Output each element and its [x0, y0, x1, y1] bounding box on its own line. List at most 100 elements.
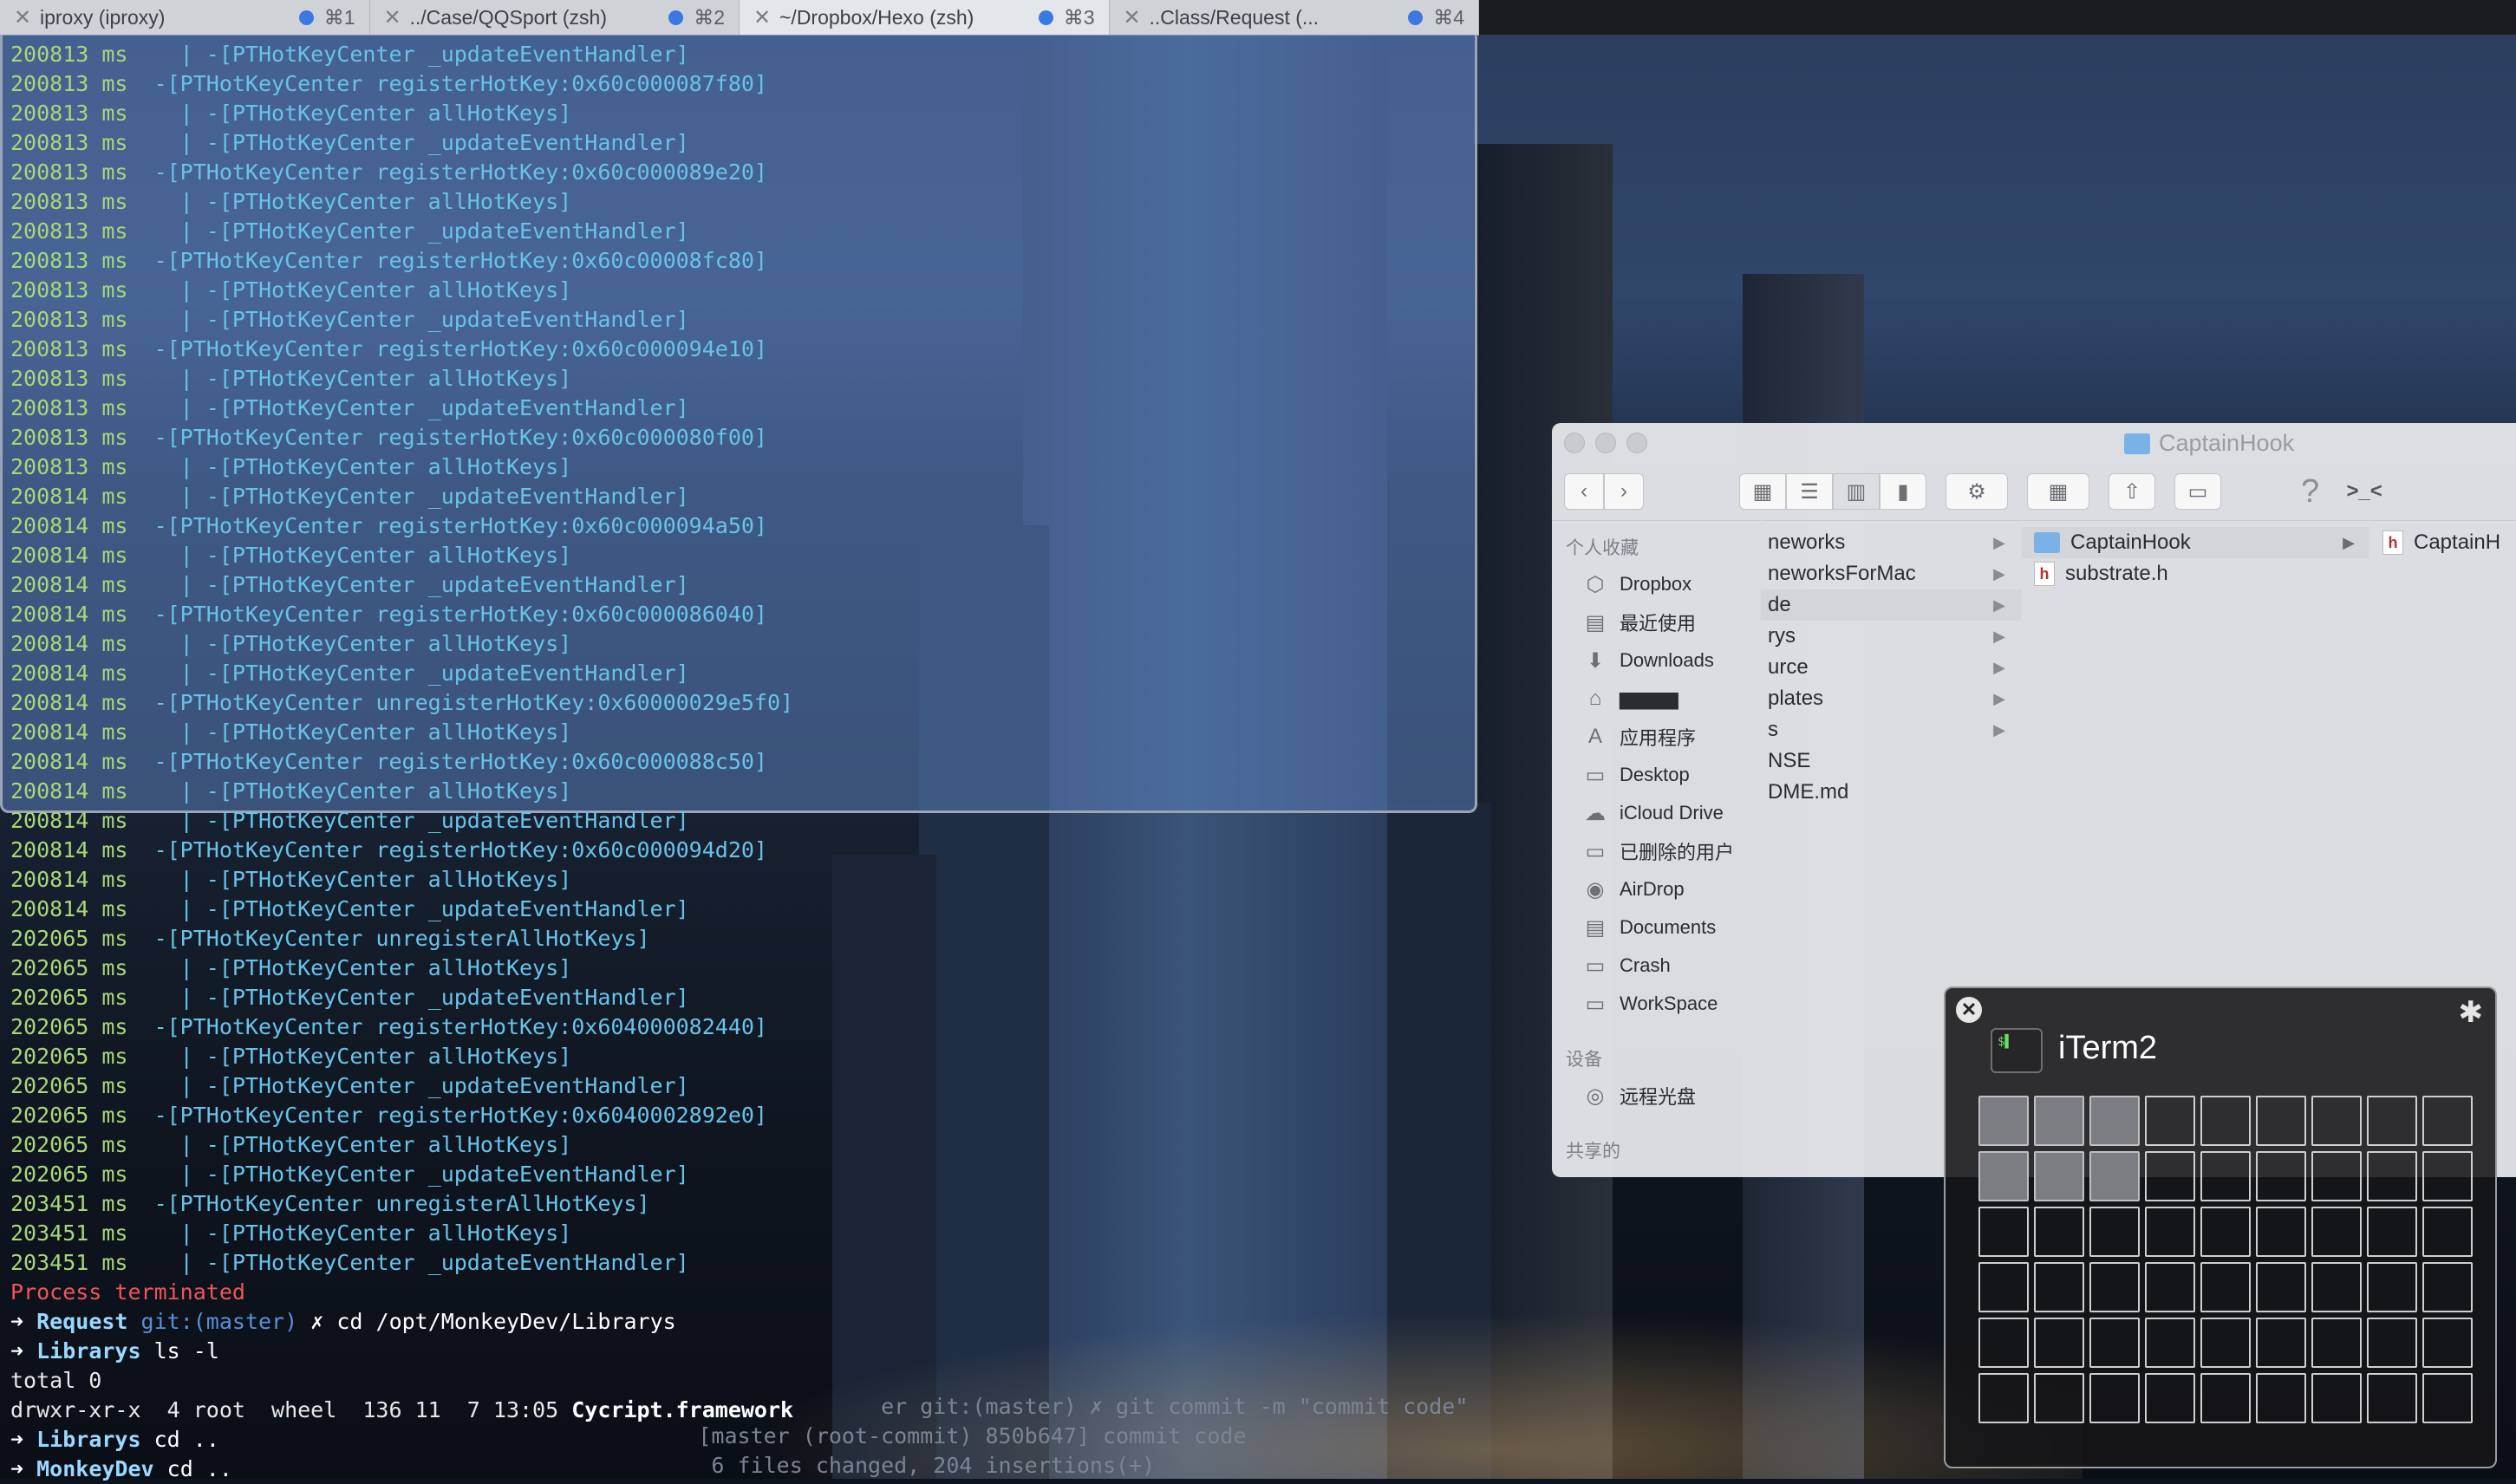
- sidebar-item[interactable]: ☁ iCloud Drive: [1552, 794, 1760, 832]
- grid-cell[interactable]: [2034, 1096, 2084, 1146]
- grid-cell[interactable]: [2089, 1151, 2140, 1201]
- sidebar-item[interactable]: A 应用程序: [1552, 718, 1760, 756]
- sidebar-item[interactable]: ▭ Desktop: [1552, 756, 1760, 794]
- grid-cell[interactable]: [2256, 1207, 2306, 1257]
- grid-cell[interactable]: [2311, 1207, 2362, 1257]
- grid-cell[interactable]: [2145, 1096, 2195, 1146]
- grid-cell[interactable]: [2089, 1096, 2140, 1146]
- grid-cell[interactable]: [2200, 1373, 2251, 1423]
- sidebar-item[interactable]: ⬇ Downloads: [1552, 641, 1760, 680]
- sidebar-item[interactable]: ⌂ ▆▆▆▆: [1552, 680, 1760, 718]
- grid-cell[interactable]: [2145, 1318, 2195, 1368]
- grid-cell[interactable]: [2145, 1373, 2195, 1423]
- close-window-button[interactable]: [1564, 433, 1585, 453]
- grid-cell[interactable]: [2089, 1373, 2140, 1423]
- grid-cell[interactable]: [2200, 1207, 2251, 1257]
- grid-cell[interactable]: [2256, 1318, 2306, 1368]
- grid-cell[interactable]: [2200, 1262, 2251, 1312]
- grid-cell[interactable]: [2367, 1096, 2417, 1146]
- terminal-output[interactable]: 200813 ms | -[PTHotKeyCenter _updateEven…: [10, 40, 1658, 1484]
- action-gear-icon[interactable]: ⚙: [1946, 473, 2008, 510]
- column-item[interactable]: rys ▶: [1761, 621, 2021, 652]
- grid-cell[interactable]: [2422, 1373, 2473, 1423]
- tab-3[interactable]: ✕ ~/Dropbox/Hexo (zsh) ⌘3: [740, 0, 1110, 35]
- tab-2[interactable]: ✕ ../Case/QQSport (zsh) ⌘2: [370, 0, 740, 35]
- close-tab-icon[interactable]: ✕: [14, 5, 31, 30]
- forward-button[interactable]: ›: [1604, 473, 1644, 510]
- column-item[interactable]: neworksForMac ▶: [1761, 558, 2021, 589]
- close-tab-icon[interactable]: ✕: [753, 5, 771, 30]
- icon-view-icon[interactable]: ▦: [1739, 473, 1786, 510]
- back-button[interactable]: ‹: [1564, 473, 1604, 510]
- minimize-window-button[interactable]: [1595, 433, 1616, 453]
- grid-cell[interactable]: [2145, 1262, 2195, 1312]
- grid-cell[interactable]: [2367, 1262, 2417, 1312]
- grid-cell[interactable]: [2200, 1096, 2251, 1146]
- group-menu-icon[interactable]: ▦: [2027, 473, 2089, 510]
- tab-4[interactable]: ✕ ..Class/Request (... ⌘4: [1110, 0, 1479, 35]
- grid-cell[interactable]: [1978, 1096, 2029, 1146]
- sidebar-item[interactable]: ▤ Documents: [1552, 908, 1760, 947]
- grid-cell[interactable]: [2367, 1207, 2417, 1257]
- grid-cell[interactable]: [2200, 1151, 2251, 1201]
- grid-cell[interactable]: [2256, 1373, 2306, 1423]
- grid-cell[interactable]: [2089, 1262, 2140, 1312]
- column-item[interactable]: plates ▶: [1761, 683, 2021, 714]
- grid-cell[interactable]: [1978, 1318, 2029, 1368]
- column-item[interactable]: DME.md: [1761, 777, 2021, 808]
- close-tab-icon[interactable]: ✕: [384, 5, 401, 30]
- grid-cell[interactable]: [2034, 1207, 2084, 1257]
- list-view-icon[interactable]: ☰: [1786, 473, 1833, 510]
- grid-cell[interactable]: [2422, 1318, 2473, 1368]
- column-item[interactable]: CaptainHook ▶: [2022, 527, 2369, 558]
- gallery-view-icon[interactable]: ▮: [1880, 473, 1926, 510]
- grid-cell[interactable]: [2034, 1151, 2084, 1201]
- tag-icon[interactable]: ▭: [2174, 473, 2221, 510]
- gear-icon[interactable]: ✱: [2459, 995, 2484, 1030]
- grid-cell[interactable]: [1978, 1262, 2029, 1312]
- zoom-window-button[interactable]: [1626, 433, 1647, 453]
- grid-cell[interactable]: [2311, 1318, 2362, 1368]
- column-item[interactable]: neworks ▶: [1761, 527, 2021, 558]
- grid-cell[interactable]: [2311, 1262, 2362, 1312]
- column-item[interactable]: h substrate.h: [2022, 558, 2369, 589]
- grid-cell[interactable]: [2034, 1373, 2084, 1423]
- column-item[interactable]: s ▶: [1761, 714, 2021, 745]
- grid-cell[interactable]: [2200, 1318, 2251, 1368]
- sidebar-item[interactable]: ◎ 远程光盘: [1552, 1077, 1760, 1115]
- column-item[interactable]: h CaptainH: [2370, 527, 2516, 558]
- grid-cell[interactable]: [2367, 1373, 2417, 1423]
- sidebar-item[interactable]: ▭ 已删除的用户: [1552, 832, 1760, 870]
- grid-cell[interactable]: [2311, 1373, 2362, 1423]
- grid-cell[interactable]: [2256, 1151, 2306, 1201]
- sidebar-item[interactable]: ▭ WorkSpace: [1552, 985, 1760, 1023]
- help-icon[interactable]: ?: [2301, 473, 2319, 511]
- column-item[interactable]: NSE: [1761, 745, 2021, 777]
- grid-cell[interactable]: [1978, 1373, 2029, 1423]
- grid-cell[interactable]: [2034, 1318, 2084, 1368]
- tab-1[interactable]: ✕ iproxy (iproxy) ⌘1: [0, 0, 370, 35]
- grid-cell[interactable]: [2422, 1207, 2473, 1257]
- grid-cell[interactable]: [2034, 1262, 2084, 1312]
- window-size-grid[interactable]: [1978, 1096, 2473, 1423]
- close-tab-icon[interactable]: ✕: [1124, 5, 1141, 30]
- grid-cell[interactable]: [2422, 1096, 2473, 1146]
- share-icon[interactable]: ⇧: [2109, 473, 2155, 510]
- sidebar-item[interactable]: ▤ 最近使用: [1552, 603, 1760, 641]
- close-icon[interactable]: ✕: [1956, 997, 1982, 1023]
- grid-cell[interactable]: [2256, 1096, 2306, 1146]
- grid-cell[interactable]: [2422, 1151, 2473, 1201]
- grid-cell[interactable]: [1978, 1207, 2029, 1257]
- grid-cell[interactable]: [2422, 1262, 2473, 1312]
- grid-cell[interactable]: [2367, 1318, 2417, 1368]
- sidebar-item[interactable]: ▭ Crash: [1552, 947, 1760, 985]
- sidebar-item[interactable]: ⬡ Dropbox: [1552, 565, 1760, 603]
- sidebar-item[interactable]: ◎ 所有...: [1552, 1168, 1760, 1178]
- grid-cell[interactable]: [2089, 1318, 2140, 1368]
- grid-cell[interactable]: [2256, 1262, 2306, 1312]
- grid-cell[interactable]: [1978, 1151, 2029, 1201]
- grid-cell[interactable]: [2311, 1151, 2362, 1201]
- column-item[interactable]: urce ▶: [1761, 652, 2021, 683]
- grid-cell[interactable]: [2145, 1207, 2195, 1257]
- grid-cell[interactable]: [2367, 1151, 2417, 1201]
